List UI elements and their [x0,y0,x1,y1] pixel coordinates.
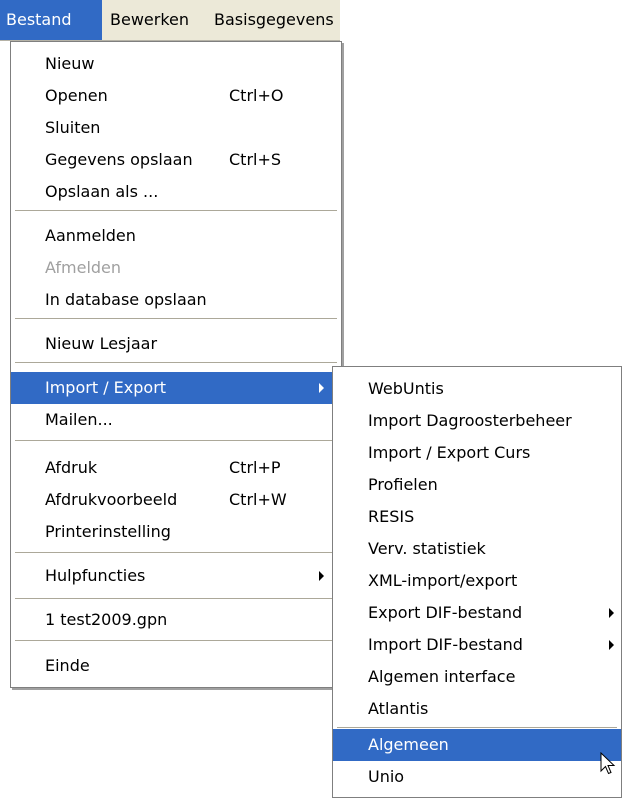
menu-item-label: XML-import/export [368,571,518,590]
menu-item-label: Import / Export [45,378,167,397]
menu-item-label: Export DIF-bestand [368,603,523,622]
menu-separator [15,440,337,441]
menu-separator [15,210,337,211]
submenu-item-algemeen[interactable]: Algemeen [333,729,621,761]
menu-item-hulpfuncties[interactable]: Hulpfuncties [11,560,341,592]
menu-item-label: Import / Export Curs [368,443,531,462]
menu-item-label: RESIS [368,507,415,526]
menu-basisgegevens[interactable]: Basisgegevens [208,0,352,40]
menu-item-afdruk[interactable]: Afdruk Ctrl+P [11,452,341,484]
menu-item-afdrukvoorbeeld[interactable]: Afdrukvoorbeeld Ctrl+W [11,484,341,516]
menu-item-label: WebUntis [368,379,444,398]
menu-item-label: Opslaan als ... [45,182,159,201]
menu-item-label: Nieuw [45,54,95,73]
menu-item-label: Import DIF-bestand [368,635,523,654]
submenu-item-profielen[interactable]: Profielen [333,469,621,501]
menu-bar: Bestand Bewerken Basisgegevens [0,0,340,41]
submenu-item-unio[interactable]: Unio [333,761,621,793]
menu-item-label: Hulpfuncties [45,566,146,585]
shortcut-label: Ctrl+P [229,458,281,477]
menu-item-sluiten[interactable]: Sluiten [11,112,341,144]
menu-item-gegevens-opslaan[interactable]: Gegevens opslaan Ctrl+S [11,144,341,176]
import-export-submenu: WebUntis Import Dagroosterbeheer Import … [332,366,622,798]
menu-item-label: In database opslaan [45,290,207,309]
menu-item-label: Sluiten [45,118,101,137]
menu-item-in-database-opslaan[interactable]: In database opslaan [11,284,341,316]
menu-item-afmelden: Afmelden [11,252,341,284]
menu-item-label: Afdruk [45,458,98,477]
menu-separator [337,727,617,728]
submenu-item-import-dif[interactable]: Import DIF-bestand [333,629,621,661]
submenu-arrow-icon [609,640,614,650]
menu-item-einde[interactable]: Einde [11,650,341,682]
menu-separator [15,318,337,319]
menu-bestand[interactable]: Bestand [0,0,102,40]
menu-item-label: Openen [45,86,108,105]
shortcut-label: Ctrl+O [229,86,284,105]
menu-item-opslaan-als[interactable]: Opslaan als ... [11,176,341,208]
submenu-item-resis[interactable]: RESIS [333,501,621,533]
menu-item-label: Afdrukvoorbeeld [45,490,178,509]
submenu-arrow-icon [319,383,324,393]
menu-separator [15,598,337,599]
menu-separator [15,362,337,363]
shortcut-label: Ctrl+W [229,490,287,509]
menu-item-label: Algemeen [368,735,449,754]
menu-item-label: Printerinstelling [45,522,171,541]
menu-separator [15,552,337,553]
menu-item-label: Algemen interface [368,667,516,686]
menu-item-label: Atlantis [368,699,429,718]
submenu-item-webuntis[interactable]: WebUntis [333,373,621,405]
menu-item-label: Verv. statistiek [368,539,486,558]
menu-item-label: 1 test2009.gpn [45,610,168,629]
menu-item-nieuw[interactable]: Nieuw [11,48,341,80]
submenu-item-import-export-curs[interactable]: Import / Export Curs [333,437,621,469]
menu-item-label: Einde [45,656,90,675]
submenu-item-xml-import-export[interactable]: XML-import/export [333,565,621,597]
menu-item-openen[interactable]: Openen Ctrl+O [11,80,341,112]
menu-item-label: Import Dagroosterbeheer [368,411,572,430]
submenu-item-import-dagroosterbeheer[interactable]: Import Dagroosterbeheer [333,405,621,437]
bestand-dropdown: Nieuw Openen Ctrl+O Sluiten Gegevens ops… [10,41,342,688]
menu-item-label: Mailen... [45,410,113,429]
submenu-arrow-icon [319,571,324,581]
submenu-item-algemen-interface[interactable]: Algemen interface [333,661,621,693]
menu-item-nieuw-lesjaar[interactable]: Nieuw Lesjaar [11,328,341,360]
menu-item-label: Nieuw Lesjaar [45,334,158,353]
menu-item-recent-file[interactable]: 1 test2009.gpn [11,604,341,636]
menu-item-label: Gegevens opslaan [45,150,193,169]
submenu-item-export-dif[interactable]: Export DIF-bestand [333,597,621,629]
shortcut-label: Ctrl+S [229,150,282,169]
menu-item-printerinstelling[interactable]: Printerinstelling [11,516,341,548]
menu-item-label: Aanmelden [45,226,136,245]
menu-separator [15,640,337,641]
menu-item-aanmelden[interactable]: Aanmelden [11,220,341,252]
menu-item-import-export[interactable]: Import / Export [11,372,341,404]
submenu-arrow-icon [609,608,614,618]
menu-item-label: Unio [368,767,405,786]
menu-item-label: Afmelden [45,258,122,277]
menu-item-mailen[interactable]: Mailen... [11,404,341,436]
mouse-pointer-icon [600,752,616,775]
submenu-item-verv-statistiek[interactable]: Verv. statistiek [333,533,621,565]
menu-bewerken[interactable]: Bewerken [104,0,206,40]
menu-item-label: Profielen [368,475,438,494]
submenu-item-atlantis[interactable]: Atlantis [333,693,621,725]
